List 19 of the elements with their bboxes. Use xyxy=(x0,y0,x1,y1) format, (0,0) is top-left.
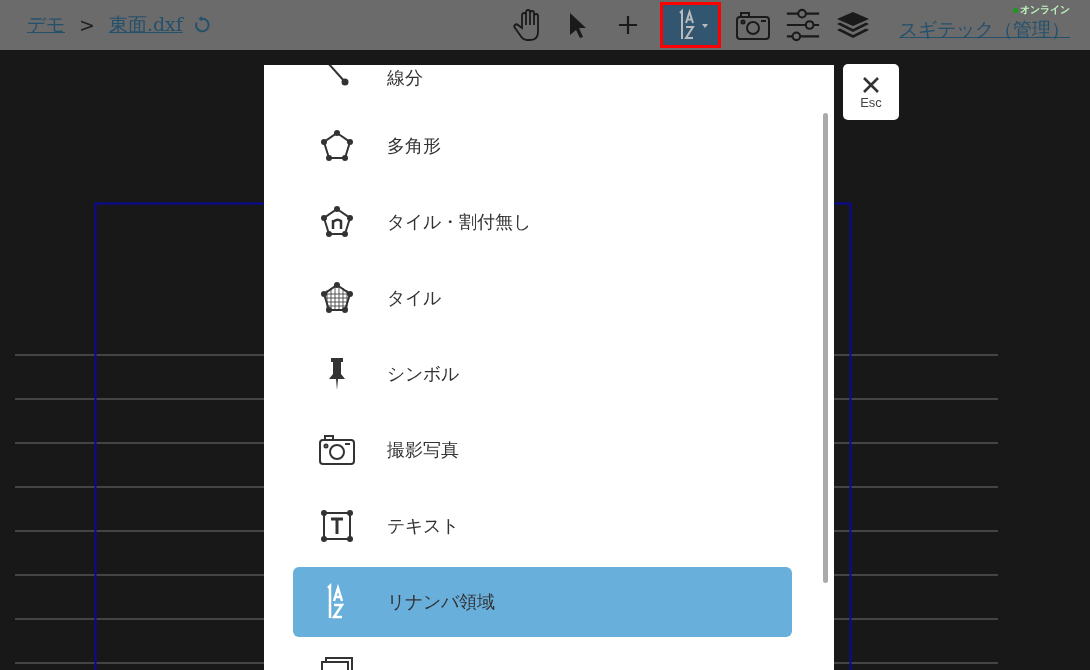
close-icon xyxy=(861,74,881,95)
menu-item[interactable]: リナンバ領域 xyxy=(293,567,792,637)
menu-item[interactable]: 線分 xyxy=(293,65,792,108)
menu-item[interactable]: タイル・割付無し xyxy=(293,187,792,257)
tool-button[interactable] xyxy=(660,2,721,48)
close-button[interactable]: Esc xyxy=(843,64,899,120)
menu-item[interactable]: シンボル xyxy=(293,339,792,409)
status-text: オンライン xyxy=(1020,3,1070,17)
line-segment-icon xyxy=(326,65,349,86)
menu-item[interactable]: 撮影写真 xyxy=(293,415,792,485)
sliders-icon xyxy=(785,7,821,43)
camera-icon xyxy=(735,9,771,41)
menu-item[interactable]: 多角形 xyxy=(293,111,792,181)
menu-item[interactable]: テキスト xyxy=(293,491,792,561)
plus-icon xyxy=(616,13,640,37)
layers-icon xyxy=(835,10,871,40)
breadcrumb-separator: > xyxy=(79,14,95,36)
menu-item[interactable]: タイル xyxy=(293,263,792,333)
scrollbar[interactable] xyxy=(823,113,828,583)
